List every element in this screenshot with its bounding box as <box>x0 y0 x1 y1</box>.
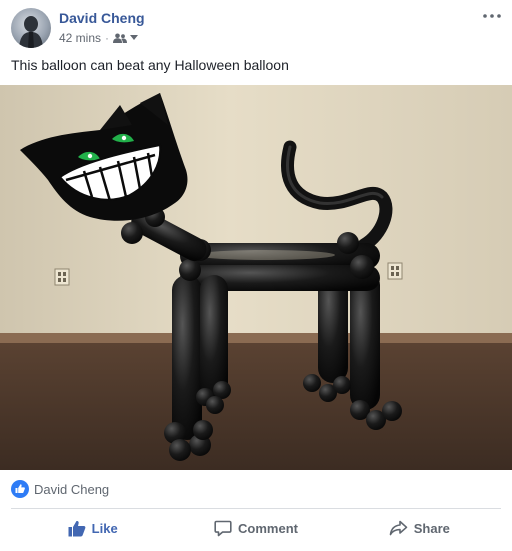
comment-button[interactable]: Comment <box>174 510 337 546</box>
meta-separator: · <box>105 31 110 45</box>
reaction-names: David Cheng <box>34 481 110 497</box>
post-photo[interactable] <box>0 85 512 470</box>
share-label: Share <box>413 520 450 536</box>
thumbs-up-icon <box>68 520 86 536</box>
friends-icon <box>113 33 128 43</box>
post-header: David Cheng 42 mins · <box>0 0 512 52</box>
post-actions: Like Comment Share <box>11 510 501 546</box>
caret-down-icon <box>130 35 139 40</box>
comment-icon <box>214 520 232 536</box>
more-dots-icon <box>483 14 501 18</box>
avatar-image <box>19 16 43 48</box>
post-timestamp[interactable]: 42 mins <box>59 31 101 45</box>
share-icon <box>389 520 408 536</box>
post-caption: This balloon can beat any Halloween ball… <box>11 57 289 73</box>
cat-balloon-photo <box>0 85 512 470</box>
like-label: Like <box>91 520 118 536</box>
like-button[interactable]: Like <box>11 510 174 546</box>
audience-selector[interactable] <box>113 33 139 43</box>
comment-label: Comment <box>238 520 298 536</box>
share-button[interactable]: Share <box>338 510 501 546</box>
like-reaction-icon <box>11 480 29 498</box>
feed-post: David Cheng 42 mins · This balloon can b… <box>0 0 512 551</box>
post-meta: 42 mins · <box>59 31 139 45</box>
reaction-summary[interactable]: David Cheng <box>11 480 109 498</box>
more-options-button[interactable] <box>480 8 504 24</box>
actions-divider <box>11 508 501 509</box>
author-name[interactable]: David Cheng <box>59 10 145 26</box>
avatar[interactable] <box>11 8 51 48</box>
